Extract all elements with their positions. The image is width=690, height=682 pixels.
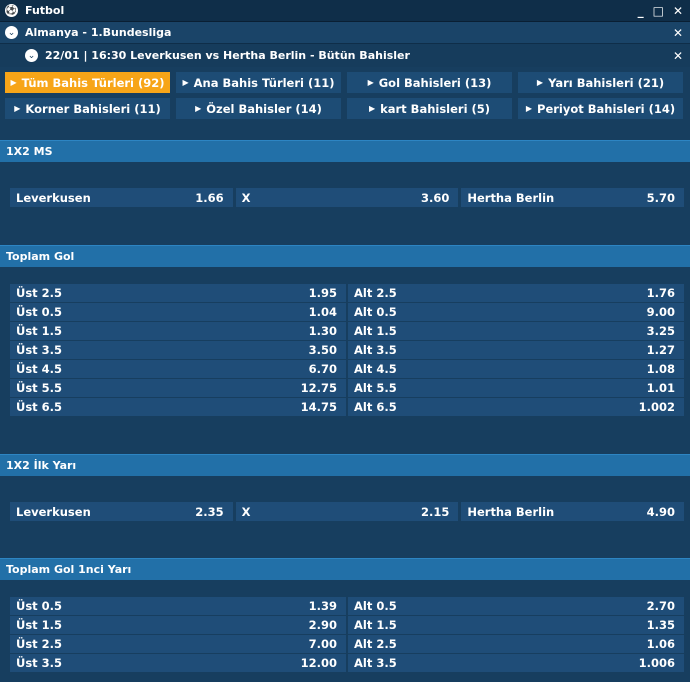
sport-header: ⚽ Futbol _ □ ✕ bbox=[0, 0, 690, 22]
bet-type-tabs: ▶ Tüm Bahis Türleri (92) ▶ Ana Bahis Türle… bbox=[5, 72, 683, 119]
odd-cell-under[interactable]: Alt 2.5 1.06 bbox=[348, 635, 684, 653]
odd-cell-over[interactable]: Üst 1.5 1.30 bbox=[10, 322, 346, 340]
close-icon[interactable]: ✕ bbox=[673, 26, 683, 40]
odds-row: Üst 2.5 7.00 Alt 2.5 1.06 bbox=[10, 635, 684, 653]
odds-row: Üst 3.5 3.50 Alt 3.5 1.27 bbox=[10, 341, 684, 359]
tab-period-bets[interactable]: ▶ Periyot Bahisleri (14) bbox=[518, 98, 683, 119]
tab-corner-bets[interactable]: ▶ Korner Bahisleri (11) bbox=[5, 98, 170, 119]
odd-cell-away[interactable]: Hertha Berlin 5.70 bbox=[461, 188, 685, 207]
minimize-icon[interactable]: _ bbox=[638, 4, 644, 18]
section-total-goals[interactable]: Toplam Gol bbox=[0, 245, 690, 267]
market-row-1x2-first-half: Leverkusen 2.35 X 2.15 Hertha Berlin 4.90 bbox=[10, 502, 685, 521]
triangle-right-icon: ▶ bbox=[368, 104, 376, 113]
match-header[interactable]: ⌄ 22/01 | 16:30 Leverkusen vs Hertha Ber… bbox=[0, 44, 690, 67]
odd-cell-over[interactable]: Üst 0.5 1.39 bbox=[10, 597, 346, 615]
odds-row: Üst 6.5 14.75 Alt 6.5 1.002 bbox=[10, 398, 684, 416]
odd-cell-over[interactable]: Üst 3.5 3.50 bbox=[10, 341, 346, 359]
odds-row: Üst 5.5 12.75 Alt 5.5 1.01 bbox=[10, 379, 684, 397]
triangle-right-icon: ▶ bbox=[536, 78, 544, 87]
odd-cell-over[interactable]: Üst 2.5 7.00 bbox=[10, 635, 346, 653]
tab-main-bets[interactable]: ▶ Ana Bahis Türleri (11) bbox=[176, 72, 341, 93]
odd-cell-draw[interactable]: X 2.15 bbox=[235, 502, 459, 521]
odd-cell-over[interactable]: Üst 1.5 2.90 bbox=[10, 616, 346, 634]
triangle-right-icon: ▶ bbox=[525, 104, 533, 113]
section-total-goals-first-half[interactable]: Toplam Gol 1nci Yarı bbox=[0, 558, 690, 580]
soccer-ball-icon: ⚽ bbox=[5, 4, 18, 17]
league-title: Almanya - 1.Bundesliga bbox=[25, 26, 172, 39]
restore-icon[interactable]: □ bbox=[653, 4, 664, 18]
odd-cell-under[interactable]: Alt 5.5 1.01 bbox=[348, 379, 684, 397]
triangle-right-icon: ▶ bbox=[195, 104, 202, 113]
section-1x2-ms[interactable]: 1X2 MS bbox=[0, 140, 690, 162]
odd-cell-over[interactable]: Üst 0.5 1.04 bbox=[10, 303, 346, 321]
odd-cell-under[interactable]: Alt 0.5 2.70 bbox=[348, 597, 684, 615]
section-1x2-first-half[interactable]: 1X2 İlk Yarı bbox=[0, 454, 690, 476]
odd-cell-under[interactable]: Alt 3.5 1.27 bbox=[348, 341, 684, 359]
match-title: 22/01 | 16:30 Leverkusen vs Hertha Berli… bbox=[45, 49, 410, 62]
odds-row: Üst 4.5 6.70 Alt 4.5 1.08 bbox=[10, 360, 684, 378]
odds-row: Üst 0.5 1.04 Alt 0.5 9.00 bbox=[10, 303, 684, 321]
odd-cell-under[interactable]: Alt 4.5 1.08 bbox=[348, 360, 684, 378]
odd-cell-over[interactable]: Üst 6.5 14.75 bbox=[10, 398, 346, 416]
triangle-right-icon: ▶ bbox=[14, 104, 21, 113]
triangle-right-icon: ▶ bbox=[182, 78, 189, 87]
odds-row: Üst 1.5 2.90 Alt 1.5 1.35 bbox=[10, 616, 684, 634]
tab-special-bets[interactable]: ▶ Özel Bahisler (14) bbox=[176, 98, 341, 119]
odd-cell-over[interactable]: Üst 3.5 12.00 bbox=[10, 654, 346, 672]
odd-cell-under[interactable]: Alt 3.5 1.006 bbox=[348, 654, 684, 672]
odd-cell-under[interactable]: Alt 6.5 1.002 bbox=[348, 398, 684, 416]
odd-cell-under[interactable]: Alt 1.5 1.35 bbox=[348, 616, 684, 634]
triangle-right-icon: ▶ bbox=[10, 78, 17, 87]
odd-cell-home[interactable]: Leverkusen 2.35 bbox=[10, 502, 233, 521]
odds-row: Üst 0.5 1.39 Alt 0.5 2.70 bbox=[10, 597, 684, 615]
league-header[interactable]: ⌄ Almanya - 1.Bundesliga ✕ bbox=[0, 22, 690, 44]
close-icon[interactable]: ✕ bbox=[673, 49, 683, 63]
tab-half-bets[interactable]: ▶ Yarı Bahisleri (21) bbox=[518, 72, 683, 93]
odd-cell-home[interactable]: Leverkusen 1.66 bbox=[10, 188, 233, 207]
odd-cell-draw[interactable]: X 3.60 bbox=[235, 188, 459, 207]
odd-cell-under[interactable]: Alt 1.5 3.25 bbox=[348, 322, 684, 340]
odds-row: Üst 2.5 1.95 Alt 2.5 1.76 bbox=[10, 284, 684, 302]
sport-title: Futbol bbox=[25, 4, 65, 17]
odds-row: Üst 1.5 1.30 Alt 1.5 3.25 bbox=[10, 322, 684, 340]
triangle-right-icon: ▶ bbox=[367, 78, 374, 87]
tab-goal-bets[interactable]: ▶ Gol Bahisleri (13) bbox=[347, 72, 512, 93]
odd-cell-under[interactable]: Alt 2.5 1.76 bbox=[348, 284, 684, 302]
odd-cell-over[interactable]: Üst 4.5 6.70 bbox=[10, 360, 346, 378]
tab-card-bets[interactable]: ▶ kart Bahisleri (5) bbox=[347, 98, 512, 119]
tab-all-bets[interactable]: ▶ Tüm Bahis Türleri (92) bbox=[5, 72, 170, 93]
odd-cell-over[interactable]: Üst 2.5 1.95 bbox=[10, 284, 346, 302]
odd-cell-away[interactable]: Hertha Berlin 4.90 bbox=[461, 502, 685, 521]
market-row-1x2-ms: Leverkusen 1.66 X 3.60 Hertha Berlin 5.70 bbox=[10, 188, 685, 207]
chevron-down-icon[interactable]: ⌄ bbox=[5, 26, 18, 39]
odds-row: Üst 3.5 12.00 Alt 3.5 1.006 bbox=[10, 654, 684, 672]
odd-cell-over[interactable]: Üst 5.5 12.75 bbox=[10, 379, 346, 397]
odd-cell-under[interactable]: Alt 0.5 9.00 bbox=[348, 303, 684, 321]
chevron-down-icon[interactable]: ⌄ bbox=[25, 49, 38, 62]
close-icon[interactable]: ✕ bbox=[673, 4, 683, 18]
